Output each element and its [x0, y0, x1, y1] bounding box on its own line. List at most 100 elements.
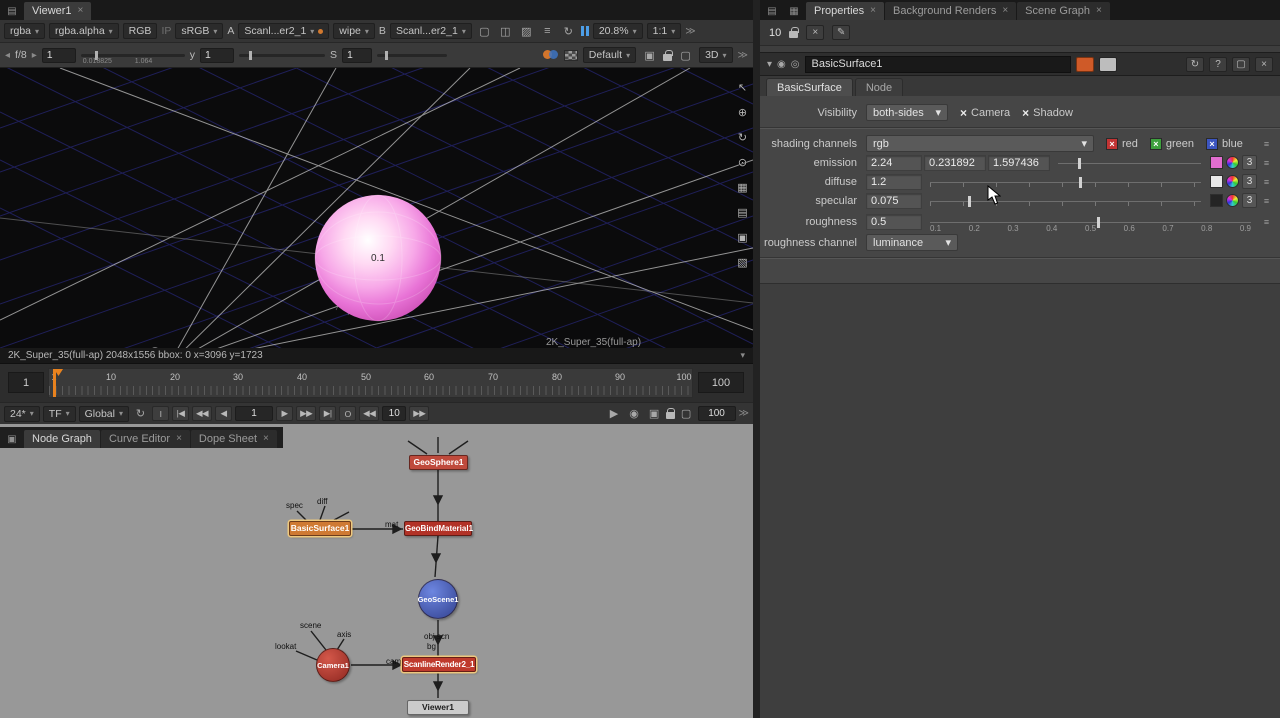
- node-tile-color-button[interactable]: [1076, 57, 1094, 72]
- roi-icon[interactable]: ▢: [677, 47, 694, 63]
- format-dropdown-icon[interactable]: ▾: [740, 350, 745, 361]
- in-marker-button[interactable]: I: [152, 406, 169, 421]
- close-icon[interactable]: ×: [870, 6, 876, 16]
- pin-panels-icon[interactable]: [789, 31, 798, 38]
- out-marker-button[interactable]: O: [339, 406, 356, 421]
- tab-curve-editor[interactable]: Curve Editor ×: [101, 430, 190, 448]
- pane-menu-icon[interactable]: ▣: [4, 431, 20, 447]
- wireframe-mode-icon[interactable]: ▦: [735, 180, 750, 195]
- playhead-handle[interactable]: [54, 369, 63, 376]
- step-forward-button[interactable]: ▶: [276, 406, 293, 421]
- tab-node[interactable]: Node: [855, 78, 903, 96]
- display-mode-dropdown[interactable]: RGB: [123, 23, 158, 39]
- frame-range-dropdown[interactable]: Global▾: [79, 406, 129, 422]
- close-icon[interactable]: ×: [1002, 6, 1008, 16]
- pause-render-icon[interactable]: [581, 26, 589, 36]
- diffuse-color-wheel-icon[interactable]: [1226, 175, 1239, 188]
- snapshot-icon[interactable]: ▣: [641, 47, 658, 63]
- timeline-ruler[interactable]: 1 10 20 30 40 50 60 70 80 90 100: [48, 368, 693, 398]
- flipbook-icon[interactable]: ▣: [646, 406, 663, 422]
- tab-viewer1[interactable]: Viewer1 ×: [24, 2, 91, 20]
- node-geosphere1[interactable]: GeoSphere1: [409, 455, 468, 470]
- input-process-toggle[interactable]: IP: [161, 25, 171, 37]
- zoom-level-dropdown[interactable]: 20.8%▾: [593, 23, 643, 39]
- node-camera1[interactable]: Camera1: [316, 648, 350, 682]
- camera-checkbox[interactable]: ×: [960, 106, 967, 120]
- pane-menu-icon[interactable]: ▤: [764, 3, 780, 19]
- specular-field[interactable]: 0.075: [866, 193, 922, 209]
- specular-animation-icon[interactable]: ≡: [1261, 193, 1272, 208]
- node-basicsurface1[interactable]: BasicSurface1: [289, 521, 351, 536]
- input-b-dropdown[interactable]: Scanl...er2_1▾: [390, 23, 472, 39]
- diffuse-animation-icon[interactable]: ≡: [1261, 174, 1272, 189]
- textured-mode-icon[interactable]: ▣: [735, 230, 750, 245]
- refresh-icon[interactable]: ↻: [560, 23, 577, 39]
- gamma-field[interactable]: 1: [200, 48, 234, 63]
- pane-menu-icon[interactable]: ▤: [4, 3, 20, 19]
- tab-node-graph[interactable]: Node Graph: [24, 430, 100, 448]
- pane-divider[interactable]: [753, 0, 760, 718]
- emission-animation-icon[interactable]: ≡: [1261, 155, 1272, 170]
- tab-basicsurface[interactable]: BasicSurface: [766, 78, 853, 96]
- roughness-field[interactable]: 0.5: [866, 214, 922, 230]
- gain-slider[interactable]: 0.018825 1.064: [81, 54, 185, 57]
- diffuse-slider[interactable]: [930, 175, 1201, 189]
- timeline-mode-dropdown[interactable]: TF▾: [43, 406, 76, 422]
- orbit-tool-icon[interactable]: ↻: [735, 130, 750, 145]
- sync-icon[interactable]: ↻: [132, 406, 149, 422]
- node-viewer1[interactable]: Viewer1: [407, 700, 469, 715]
- close-icon[interactable]: ×: [176, 434, 182, 444]
- green-channel-checkbox[interactable]: ×: [1150, 138, 1162, 150]
- tab-background-renders[interactable]: Background Renders ×: [885, 2, 1016, 20]
- transport-expand-icon[interactable]: ≫: [739, 408, 749, 419]
- red-channel-checkbox[interactable]: ×: [1106, 138, 1118, 150]
- roughness-animation-icon[interactable]: ≡: [1261, 214, 1272, 229]
- viewer-process-dropdown[interactable]: Default▾: [583, 47, 636, 63]
- roughness-slider[interactable]: 0.10.2 0.30.4 0.50.6 0.70.8 0.9: [930, 215, 1251, 229]
- channels-dropdown[interactable]: rgba▾: [4, 23, 45, 39]
- range-start-field[interactable]: 1: [8, 372, 44, 393]
- shadow-checkbox[interactable]: ×: [1022, 106, 1029, 120]
- toolbar2-expand-icon[interactable]: ≫: [738, 50, 748, 61]
- emission-g-field[interactable]: 0.231892: [924, 155, 986, 171]
- diffuse-field[interactable]: 1.2: [866, 174, 922, 190]
- edit-panels-icon[interactable]: ✎: [832, 25, 850, 40]
- zoom-tool-icon[interactable]: ⊙: [735, 155, 750, 170]
- prev-keyframe-button[interactable]: ◀◀: [192, 406, 212, 421]
- current-frame-field[interactable]: 1: [235, 406, 273, 421]
- select-tool-icon[interactable]: ↖: [735, 80, 750, 95]
- pane-split-icon[interactable]: ▦: [786, 3, 802, 19]
- range-end-field[interactable]: 100: [698, 372, 744, 393]
- wipe-dropdown[interactable]: wipe▾: [333, 23, 375, 39]
- next-keyframe-button[interactable]: ▶▶: [296, 406, 316, 421]
- close-panel-button[interactable]: ×: [1255, 57, 1273, 72]
- visibility-dropdown[interactable]: both-sides▾: [866, 104, 948, 121]
- last-frame-field[interactable]: 100: [698, 406, 736, 421]
- node-scanlinerender2-1[interactable]: ScanlineRender2_1: [402, 657, 476, 672]
- gl-color-button[interactable]: [1099, 57, 1117, 72]
- alpha-channel-dropdown[interactable]: rgba.alpha▾: [49, 23, 119, 39]
- record-icon[interactable]: ◉: [626, 406, 643, 422]
- close-icon[interactable]: ×: [1096, 6, 1102, 16]
- shaded-mode-icon[interactable]: ▤: [735, 205, 750, 220]
- play-render-icon[interactable]: ▶: [606, 406, 623, 422]
- input-a-dropdown[interactable]: Scanl...er2_1▾: [238, 23, 329, 39]
- specular-color-wheel-icon[interactable]: [1226, 194, 1239, 207]
- overlay-mask-icon[interactable]: ▨: [518, 23, 535, 39]
- emission-r-field[interactable]: 2.24: [866, 155, 922, 171]
- jump-forward-button[interactable]: ▶▶: [409, 406, 429, 421]
- close-icon[interactable]: ×: [263, 434, 269, 444]
- blue-channel-checkbox[interactable]: ×: [1206, 138, 1218, 150]
- saturation-slider[interactable]: [377, 54, 447, 57]
- toolbar-expand-icon[interactable]: ≫: [685, 26, 695, 37]
- revert-button[interactable]: ↻: [1186, 57, 1204, 72]
- tab-dope-sheet[interactable]: Dope Sheet ×: [191, 430, 277, 448]
- close-icon[interactable]: ×: [78, 6, 84, 16]
- specular-slider[interactable]: [930, 194, 1201, 208]
- node-geoscene1[interactable]: GeoScene1: [418, 579, 458, 619]
- diffuse-color-swatch[interactable]: [1210, 175, 1223, 188]
- pan-tool-icon[interactable]: ⊕: [735, 105, 750, 120]
- goto-start-button[interactable]: |◀: [172, 406, 189, 421]
- node-color-icon[interactable]: ◉: [777, 59, 786, 70]
- stereo-anaglyph-icon[interactable]: [543, 49, 559, 61]
